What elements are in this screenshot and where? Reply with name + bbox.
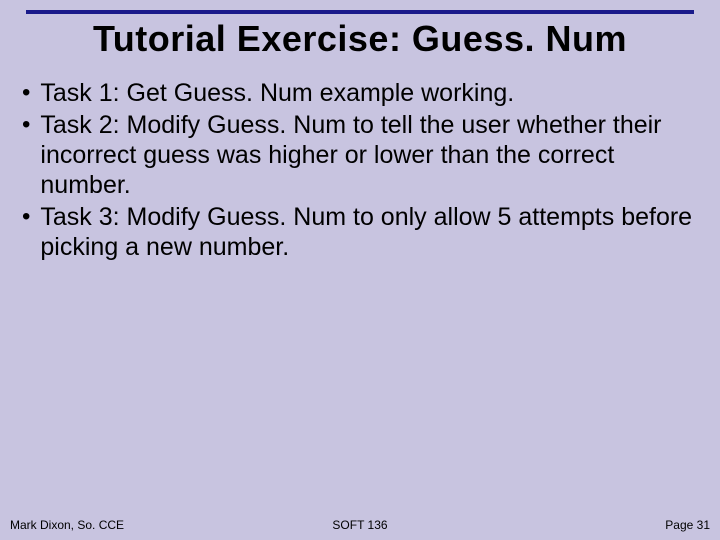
bullet-list: • Task 1: Get Guess. Num example working…	[20, 78, 696, 264]
list-item-text: Task 2: Modify Guess. Num to tell the us…	[40, 110, 696, 200]
page-title: Tutorial Exercise: Guess. Num	[0, 18, 720, 60]
list-item: • Task 1: Get Guess. Num example working…	[20, 78, 696, 108]
bullet-dot-icon: •	[22, 202, 30, 232]
bullet-dot-icon: •	[22, 110, 30, 140]
title-rule	[26, 10, 694, 14]
footer-page-number: Page 31	[665, 518, 710, 532]
list-item: • Task 2: Modify Guess. Num to tell the …	[20, 110, 696, 200]
list-item-text: Task 3: Modify Guess. Num to only allow …	[40, 202, 696, 262]
footer-course: SOFT 136	[0, 518, 720, 532]
footer: Mark Dixon, So. CCE SOFT 136 Page 31	[0, 516, 720, 532]
bullet-dot-icon: •	[22, 78, 30, 108]
list-item-text: Task 1: Get Guess. Num example working.	[40, 78, 696, 108]
list-item: • Task 3: Modify Guess. Num to only allo…	[20, 202, 696, 262]
